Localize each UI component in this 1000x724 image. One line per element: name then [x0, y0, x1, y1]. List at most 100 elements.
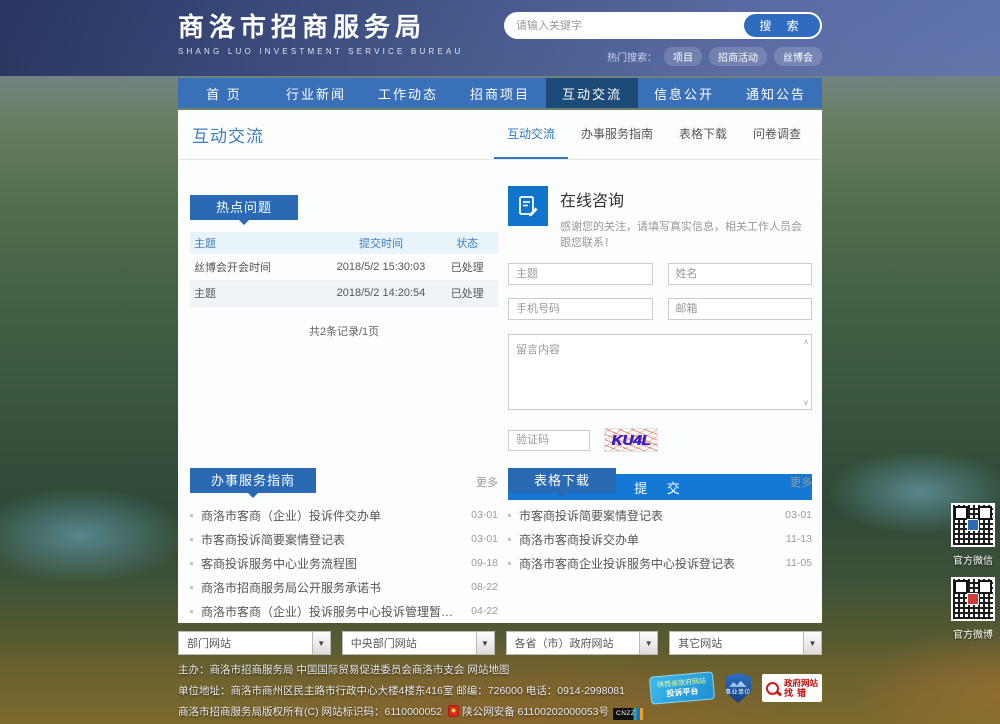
list-item[interactable]: 商洛市招商服务局公开服务承诺书 08-22: [190, 575, 498, 599]
hot-topics-table: 主题 提交时间 状态 丝博会开会时间 2018/5/2 15:30:03 已处理…: [190, 232, 498, 307]
search-bar: 搜 索: [504, 12, 822, 39]
site-header: 商洛市招商服务局 SHANG LUO INVESTMENT SERVICE BU…: [0, 0, 1000, 76]
topic-time: 2018/5/2 15:30:03: [326, 254, 437, 280]
col-header-time: 提交时间: [326, 232, 437, 254]
tab-form-download[interactable]: 表格下载: [666, 110, 740, 159]
pagination-info: 共2条记录/1页: [190, 323, 498, 339]
email-field[interactable]: [668, 298, 813, 320]
form-download-section: 表格下载 更多 市客商投诉简要案情登记表 03-01 商洛市客商投诉交办单 11…: [508, 468, 812, 575]
national-emblem-icon: [448, 705, 459, 717]
list-item[interactable]: 商洛市客商企业投诉服务中心投诉登记表 11-05: [508, 551, 812, 575]
wechat-qr-label: 官方微信: [948, 552, 998, 567]
friend-link-selects: 部门网站 ▼ 中央部门网站 ▼ 各省（市）政府网站 ▼ 其它网站 ▼: [178, 631, 822, 655]
online-consult-section: 在线咨询 感谢您的关注，请填写真实信息，相关工作人员会跟您联系！ ∧ ∨: [508, 186, 812, 500]
bullet-icon: [190, 562, 193, 565]
service-guide-section: 办事服务指南 更多 商洛市客商（企业）投诉件交办单 03-01 市客商投诉简要案…: [190, 468, 498, 623]
chevron-down-icon: ▼: [803, 632, 821, 654]
wechat-qr-code[interactable]: [951, 503, 995, 547]
site-footer: 主办：商洛市招商服务局 中国国际贸易促进委员会商洛市支会 网站地图 单位地址：商…: [0, 660, 1000, 723]
site-stats-badge[interactable]: CNZZ: [613, 708, 643, 720]
service-guide-more-link[interactable]: 更多: [476, 474, 498, 490]
hot-topics-section: 热点问题 主题 提交时间 状态 丝博会开会时间 2018/5/2 15:30:0…: [190, 195, 498, 339]
beian-link[interactable]: 陕公网安备 61100202000053号: [462, 706, 609, 718]
consult-title: 在线咨询: [560, 187, 812, 211]
site-subtitle: SHANG LUO INVESTMENT SERVICE BUREAU: [178, 47, 464, 56]
captcha-image[interactable]: KU4L: [604, 428, 658, 452]
topic-subject[interactable]: 丝博会开会时间: [190, 254, 326, 280]
social-qr-panel: 官方微信 官方微博: [948, 503, 998, 651]
weibo-qr-code[interactable]: [951, 577, 995, 621]
tab-service-guide[interactable]: 办事服务指南: [568, 110, 666, 159]
table-row[interactable]: 丝博会开会时间 2018/5/2 15:30:03 已处理: [190, 254, 498, 280]
col-header-subject: 主题: [190, 232, 326, 254]
sitemap-link[interactable]: 网站地图: [467, 664, 509, 676]
list-item[interactable]: 市客商投诉简要案情登记表 03-01: [508, 503, 812, 527]
bullet-icon: [508, 514, 511, 517]
site-logo[interactable]: 商洛市招商服务局 SHANG LUO INVESTMENT SERVICE BU…: [178, 12, 464, 66]
nav-item-work-updates[interactable]: 工作动态: [362, 78, 454, 108]
nav-item-industry-news[interactable]: 行业新闻: [270, 78, 362, 108]
hot-topics-heading: 热点问题: [190, 195, 298, 220]
consult-doc-pencil-icon: [508, 186, 548, 226]
nav-item-investment-projects[interactable]: 招商项目: [454, 78, 546, 108]
gov-site-error-report-badge[interactable]: 政府网站 找错: [762, 674, 822, 702]
hot-tag-activity[interactable]: 招商活动: [709, 47, 767, 66]
nav-item-notices[interactable]: 通知公告: [730, 78, 822, 108]
list-item[interactable]: 客商投诉服务中心业务流程图 09-18: [190, 551, 498, 575]
phone-field[interactable]: [508, 298, 653, 320]
select-department-sites[interactable]: 部门网站 ▼: [178, 631, 331, 655]
tab-survey[interactable]: 问卷调查: [740, 110, 814, 159]
complaint-platform-badge[interactable]: 陕西省政府网站 投诉平台: [649, 671, 715, 704]
service-guide-heading: 办事服务指南: [190, 468, 316, 493]
search-input[interactable]: [506, 14, 744, 37]
section-tabs: 互动交流 办事服务指南 表格下载 问卷调查: [494, 110, 822, 159]
topic-time: 2018/5/2 14:20:54: [326, 280, 437, 306]
site-title: 商洛市招商服务局: [178, 12, 464, 42]
main-nav: 首 页 行业新闻 工作动态 招商项目 互动交流 信息公开 通知公告: [178, 78, 822, 108]
chevron-down-icon: ▼: [312, 632, 330, 654]
list-item[interactable]: 商洛市客商（企业）投诉服务中心投诉管理暂行规 04-22: [190, 599, 498, 623]
select-central-sites[interactable]: 中央部门网站 ▼: [342, 631, 495, 655]
bullet-icon: [190, 538, 193, 541]
topic-status: 已处理: [436, 254, 498, 280]
nav-item-info-disclosure[interactable]: 信息公开: [638, 78, 730, 108]
list-item[interactable]: 商洛市客商投诉交办单 11-13: [508, 527, 812, 551]
chevron-down-icon: ▼: [639, 632, 657, 654]
message-field[interactable]: [508, 334, 812, 410]
bullet-icon: [190, 586, 193, 589]
captcha-text: KU4L: [611, 432, 650, 449]
bullet-icon: [190, 610, 193, 613]
tab-interaction[interactable]: 互动交流: [494, 110, 568, 159]
search-button[interactable]: 搜 索: [744, 14, 820, 37]
page-title: 互动交流: [178, 110, 264, 159]
hot-tag-expo[interactable]: 丝博会: [774, 47, 822, 66]
topic-subject[interactable]: 主题: [190, 280, 326, 306]
page-background: 商洛市招商服务局 SHANG LUO INVESTMENT SERVICE BU…: [0, 0, 1000, 724]
topic-status: 已处理: [436, 280, 498, 306]
form-download-more-link[interactable]: 更多: [790, 474, 812, 490]
public-institution-shield-icon[interactable]: 事业单位: [725, 673, 751, 703]
weibo-icon: [967, 593, 979, 605]
hot-tag-project[interactable]: 项目: [664, 47, 702, 66]
weibo-qr-label: 官方微博: [948, 626, 998, 641]
select-other-sites[interactable]: 其它网站 ▼: [669, 631, 822, 655]
form-download-heading: 表格下载: [508, 468, 616, 493]
bullet-icon: [508, 538, 511, 541]
table-row[interactable]: 主题 2018/5/2 14:20:54 已处理: [190, 280, 498, 306]
wechat-icon: [967, 519, 979, 531]
select-provincial-sites[interactable]: 各省（市）政府网站 ▼: [506, 631, 659, 655]
consult-subtitle: 感谢您的关注，请填写真实信息，相关工作人员会跟您联系！: [560, 218, 812, 250]
chevron-down-icon: ▼: [476, 632, 494, 654]
nav-item-interaction[interactable]: 互动交流: [546, 78, 638, 108]
subject-field[interactable]: [508, 263, 653, 285]
list-item[interactable]: 商洛市客商（企业）投诉件交办单 03-01: [190, 503, 498, 527]
hot-search-label: 热门搜索：: [607, 49, 657, 64]
captcha-field[interactable]: [508, 430, 590, 451]
magnifier-icon: [766, 682, 779, 695]
list-item[interactable]: 市客商投诉简要案情登记表 03-01: [190, 527, 498, 551]
footer-copyright-line: 商洛市招商服务局版权所有(C) 网站标识码：6110000052陕公网安备 61…: [178, 702, 822, 723]
name-field[interactable]: [668, 263, 813, 285]
col-header-status: 状态: [436, 232, 498, 254]
content-panel: 互动交流 互动交流 办事服务指南 表格下载 问卷调查 热点问题 主题 提交时间: [178, 110, 822, 623]
nav-item-home[interactable]: 首 页: [178, 78, 270, 108]
